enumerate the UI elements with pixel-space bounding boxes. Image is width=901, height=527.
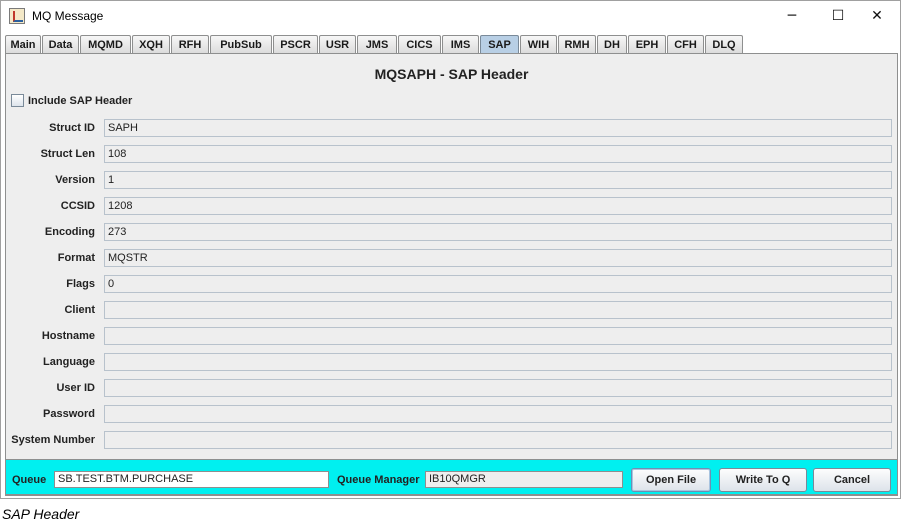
tab-cics[interactable]: CICS [398, 35, 441, 53]
close-button[interactable]: ✕ [854, 1, 900, 31]
queue-input[interactable]: SB.TEST.BTM.PURCHASE [54, 471, 329, 488]
user-id-field[interactable] [104, 379, 892, 397]
tab-strip: Main Data MQMD XQH RFH PubSub PSCR USR JMS CICS IM… [5, 35, 897, 53]
tab-rmh[interactable]: RMH [558, 35, 596, 53]
system-number-field[interactable] [104, 431, 892, 449]
format-label: Format [57, 252, 95, 264]
tab-rfh[interactable]: RFH [171, 35, 209, 53]
struct-len-field[interactable]: 108 [104, 145, 892, 163]
write-to-q-button[interactable]: Write To Q [719, 468, 807, 492]
mq-message-window: MQ Message ─ ☐ ✕ Main Data MQMD XQH RFH PubSu… [0, 0, 901, 499]
struct-id-label: Struct ID [49, 122, 95, 134]
tab-pubsub[interactable]: PubSub [210, 35, 272, 53]
tab-eph[interactable]: EPH [628, 35, 666, 53]
password-field[interactable] [104, 405, 892, 423]
tab-main[interactable]: Main [5, 35, 41, 53]
flags-field[interactable]: 0 [104, 275, 892, 293]
language-label: Language [43, 356, 95, 368]
tab-jms[interactable]: JMS [357, 35, 397, 53]
tab-usr[interactable]: USR [319, 35, 356, 53]
tab-pscr[interactable]: PSCR [273, 35, 318, 53]
client-label: Client [64, 304, 95, 316]
figure-caption: SAP Header [2, 506, 80, 522]
java-app-icon [9, 8, 25, 24]
bottom-action-bar: Queue SB.TEST.BTM.PURCHASE Queue Manager… [5, 459, 898, 495]
include-sap-header-toggle[interactable]: Include SAP Header [11, 94, 132, 107]
tab-xqh[interactable]: XQH [132, 35, 170, 53]
encoding-field[interactable]: 273 [104, 223, 892, 241]
tab-mqmd[interactable]: MQMD [80, 35, 131, 53]
include-sap-header-checkbox[interactable] [11, 94, 24, 107]
language-field[interactable] [104, 353, 892, 371]
system-number-label: System Number [11, 434, 95, 446]
tab-wih[interactable]: WIH [520, 35, 557, 53]
cancel-button[interactable]: Cancel [813, 468, 891, 492]
tab-ims[interactable]: IMS [442, 35, 479, 53]
window-title: MQ Message [32, 9, 104, 23]
version-field[interactable]: 1 [104, 171, 892, 189]
sap-header-panel: MQSAPH - SAP Header Include SAP Header S… [5, 53, 898, 496]
struct-len-label: Struct Len [40, 148, 95, 160]
tab-data[interactable]: Data [42, 35, 79, 53]
version-label: Version [55, 174, 95, 186]
struct-id-field[interactable]: SAPH [104, 119, 892, 137]
ccsid-label: CCSID [60, 200, 95, 212]
hostname-field[interactable] [104, 327, 892, 345]
format-field[interactable]: MQSTR [104, 249, 892, 267]
title-bar: MQ Message ─ ☐ ✕ [1, 1, 900, 31]
include-sap-header-label: Include SAP Header [28, 94, 133, 107]
tab-dlq[interactable]: DLQ [705, 35, 743, 53]
hostname-label: Hostname [41, 330, 95, 342]
queue-manager-input[interactable]: IB10QMGR [425, 471, 623, 488]
tab-dh[interactable]: DH [597, 35, 627, 53]
ccsid-field[interactable]: 1208 [104, 197, 892, 215]
flags-label: Flags [66, 278, 95, 290]
panel-title: MQSAPH - SAP Header [374, 66, 529, 82]
user-id-label: User ID [56, 382, 95, 394]
encoding-label: Encoding [44, 226, 95, 238]
password-label: Password [43, 408, 95, 420]
tab-cfh[interactable]: CFH [667, 35, 704, 53]
client-field[interactable] [104, 301, 892, 319]
queue-manager-label: Queue Manager [337, 474, 420, 486]
tab-sap[interactable]: SAP [480, 35, 519, 53]
queue-label: Queue [12, 474, 47, 486]
open-file-button[interactable]: Open File [631, 468, 711, 492]
minimize-button[interactable]: ─ [769, 1, 815, 31]
